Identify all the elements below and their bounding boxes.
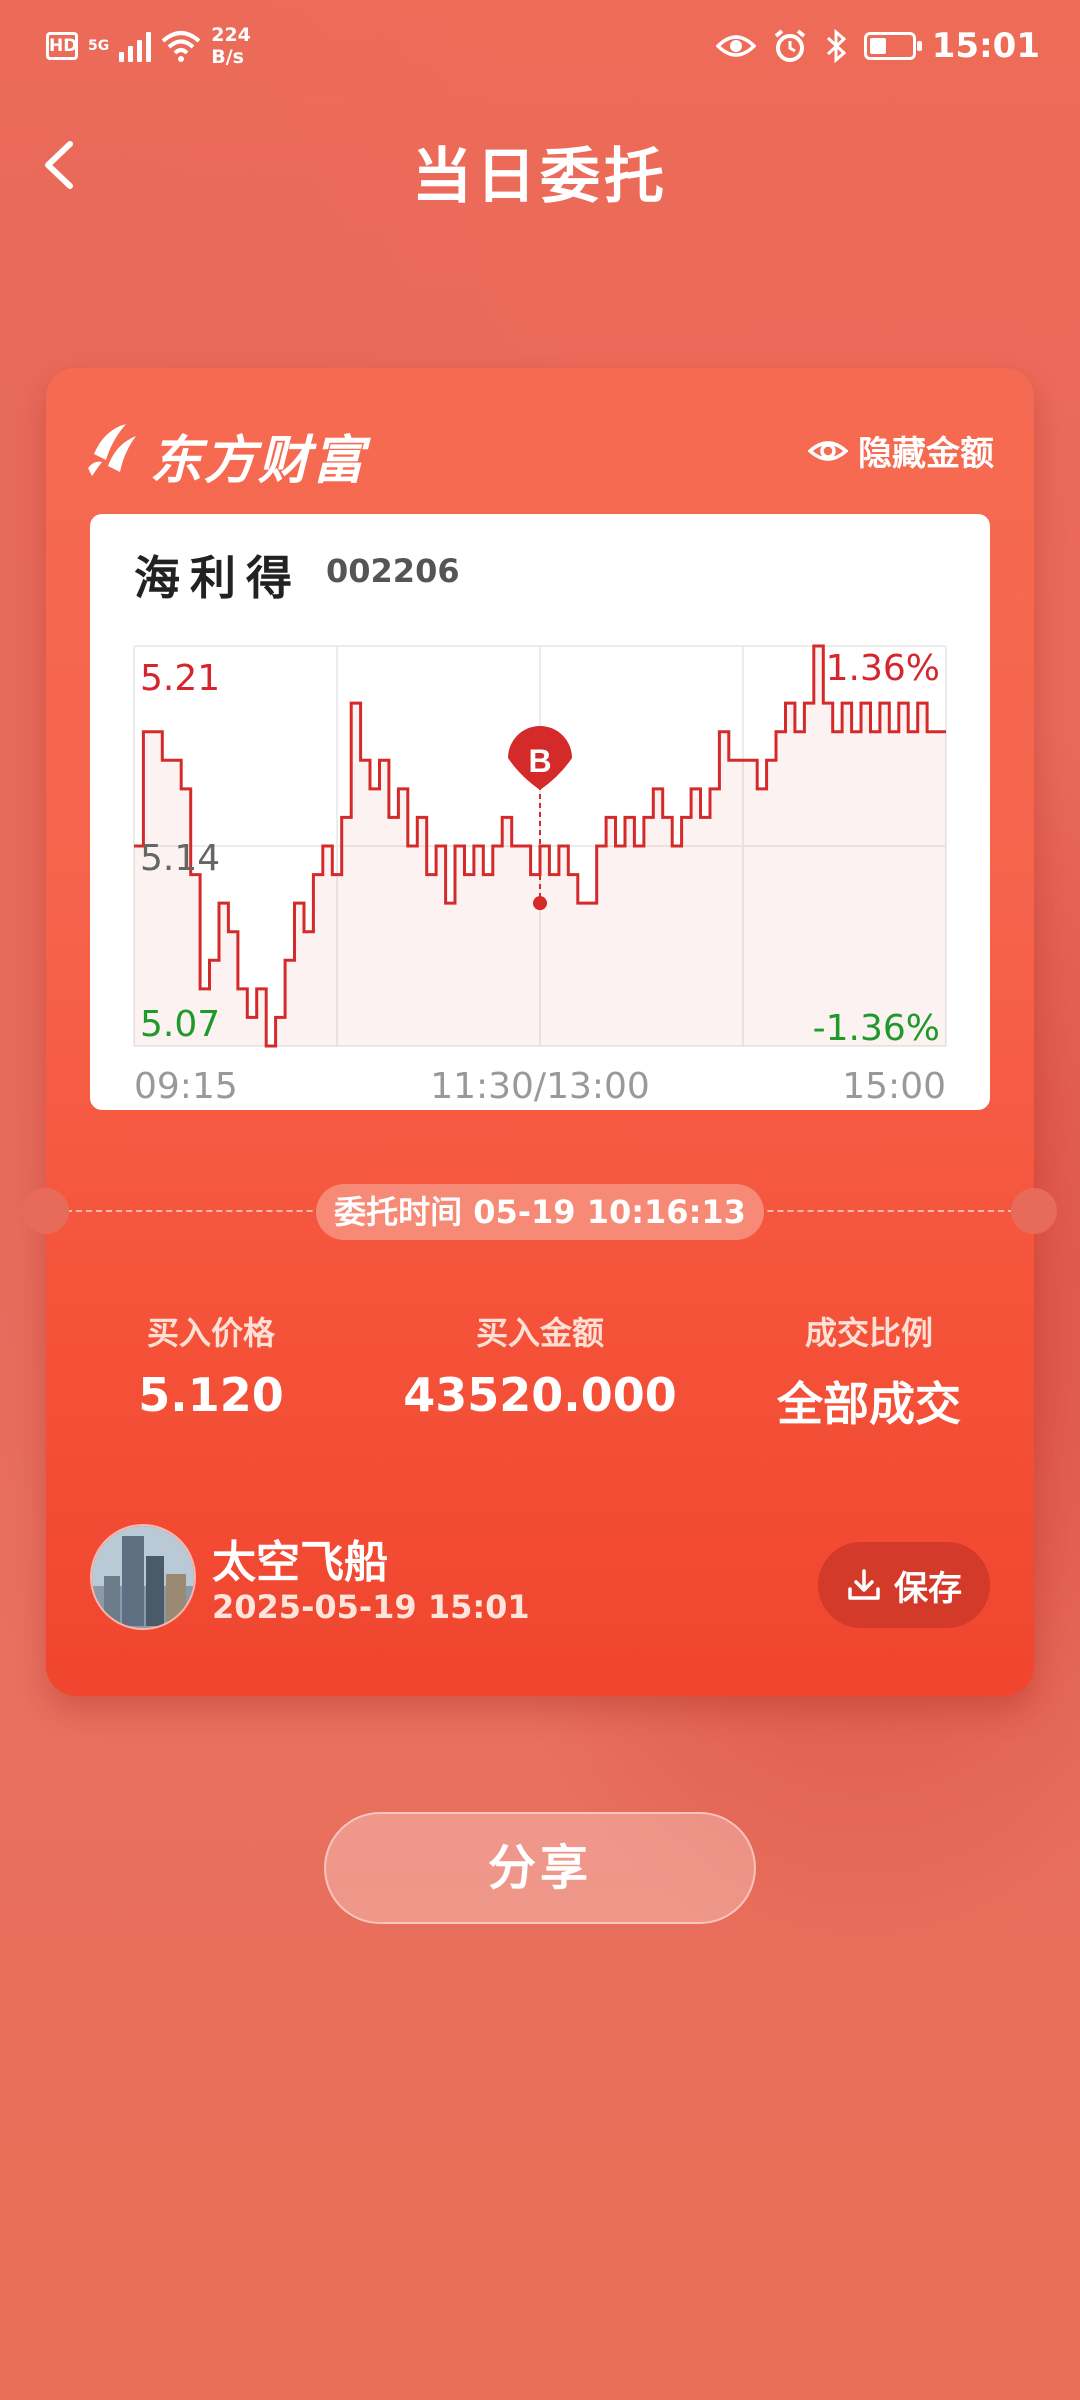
hd-indicator: HD [46,32,78,60]
user-row: 太空飞船 2025-05-19 15:01 保存 [90,1524,990,1634]
hide-amount-label: 隐藏金额 [858,434,994,474]
stat-label: 买入金额 [475,1314,604,1352]
network-speed: 224 B/s [211,24,251,68]
stat-label: 成交比例 [804,1314,933,1352]
bluetooth-icon [826,28,846,64]
ticket-notch-right [1011,1188,1057,1234]
avatar[interactable] [90,1524,196,1630]
brand-name: 东方财富 [150,431,367,491]
buy-marker-label: B [528,743,551,779]
stat-buy-price: 买入价格 5.120 [46,1308,376,1422]
order-card: 东方财富 隐藏金额 海利得 002206 B 5.21 5.14 5.07 1.36% -… [23,368,1057,1696]
status-right: 15:01 [715,26,1040,66]
ticket-notch-left [23,1188,69,1234]
header: 当日委托 [0,110,1080,220]
x-tick-close: 15:00 [842,1066,946,1107]
stat-value: 43520.000 [403,1368,677,1422]
avatar-image [92,1526,194,1628]
wifi-icon [161,31,201,62]
y-tick-mid: 5.14 [140,838,220,879]
stat-buy-amount: 买入金额 43520.000 [375,1308,705,1422]
share-button[interactable]: 分享 [324,1812,756,1924]
download-icon [848,1569,880,1600]
stat-label: 买入价格 [146,1314,275,1352]
eye-icon [808,440,848,461]
hide-amount-toggle[interactable]: 隐藏金额 [808,426,994,475]
y-tick-top: 5.21 [140,658,220,699]
save-button[interactable]: 保存 [818,1542,990,1628]
brand-logo-icon [88,424,136,476]
chart-panel: 海利得 002206 B 5.21 5.14 5.07 1.36% -1.36% 09:15… [90,514,990,1110]
pct-label-top: 1.36% [826,648,940,689]
status-bar: HD 5G 224 B/s 15:01 [0,0,1080,100]
pct-label-bottom: -1.36% [813,1008,940,1049]
battery-icon [863,32,922,60]
page-title: 当日委托 [412,142,668,212]
user-timestamp: 2025-05-19 15:01 [212,1588,530,1626]
x-tick-mid: 11:30/13:00 [430,1066,650,1107]
x-tick-open: 09:15 [134,1066,238,1107]
order-stats: 买入价格 5.120 买入金额 43520.000 成交比例 全部成交 [46,1308,1034,1458]
network-type: 5G [88,38,110,54]
order-time-badge: 委托时间 05-19 10:16:13 [316,1184,764,1240]
alarm-icon [774,29,806,62]
stat-value: 5.120 [138,1368,284,1422]
user-name: 太空飞船 [212,1537,388,1588]
status-left: HD 5G 224 B/s [46,24,251,68]
stat-fill-ratio: 成交比例 全部成交 [704,1308,1034,1434]
buy-marker-dot [533,896,547,911]
eye-icon [715,35,756,57]
y-tick-bottom: 5.07 [140,1004,220,1045]
signal-icon [119,30,152,62]
status-time: 15:01 [931,26,1040,66]
stat-value: 全部成交 [777,1377,961,1431]
intraday-chart: B 5.21 5.14 5.07 1.36% -1.36% 09:15 11:30/13:00… [133,644,947,1107]
brand-row: 东方财富 隐藏金额 [86,408,994,491]
save-label: 保存 [894,1568,962,1609]
